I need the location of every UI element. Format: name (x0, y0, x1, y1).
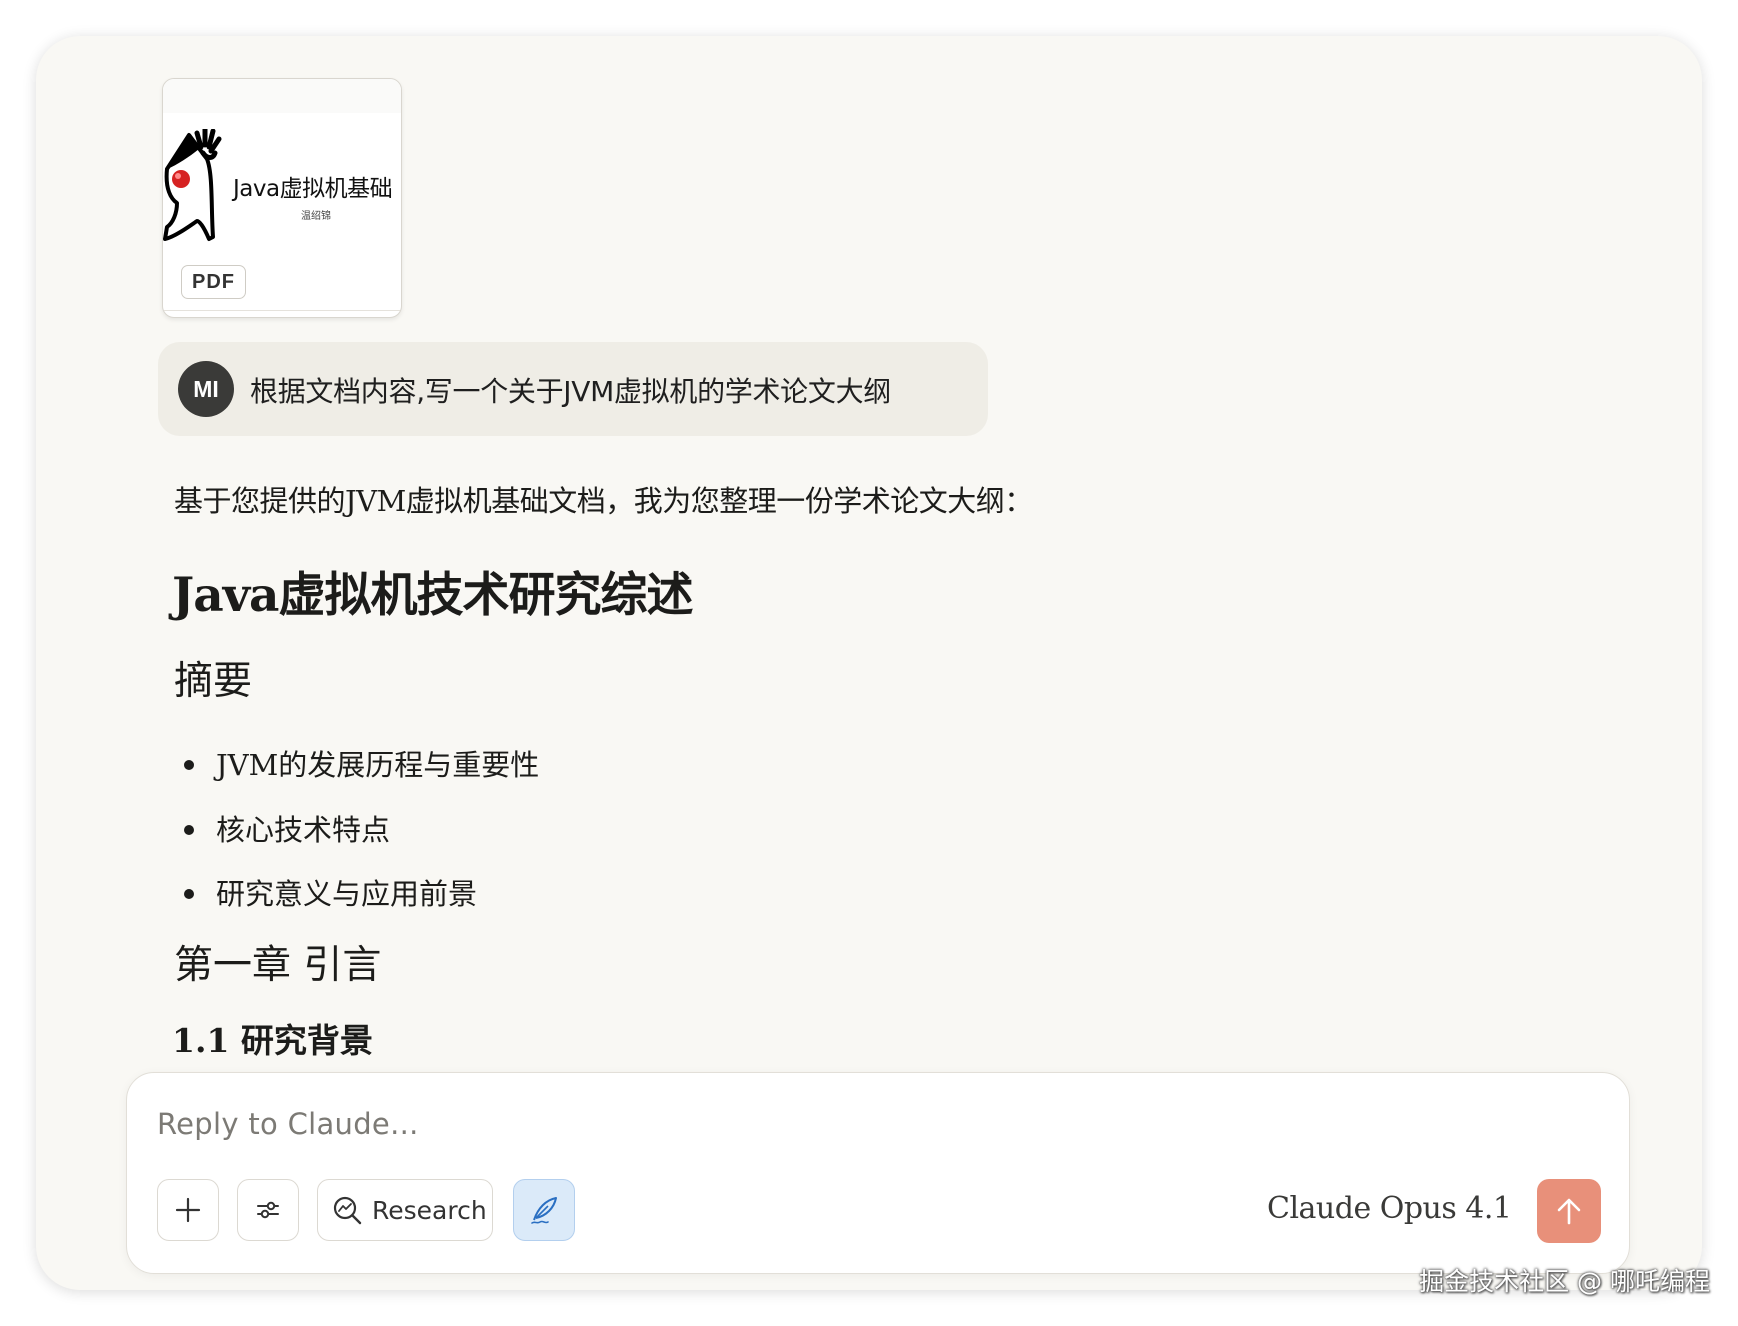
abstract-heading: 摘要 (174, 659, 253, 704)
add-button[interactable] (157, 1179, 219, 1241)
reply-input[interactable]: Reply to Claude... (157, 1107, 419, 1141)
pdf-title: Java虚拟机基础 (233, 176, 393, 202)
research-label: Research (372, 1195, 487, 1225)
arrow-up-icon (1557, 1198, 1581, 1225)
user-message-text: 根据文档内容,写一个关于JVM虚拟机的学术论文大纲 (250, 375, 891, 408)
style-button[interactable] (513, 1179, 575, 1241)
response-intro: 基于您提供的JVM虚拟机基础文档，我为您整理一份学术论文大纲： (174, 484, 1033, 518)
research-icon (333, 1196, 362, 1225)
watermark: 掘金技术社区 @ 哪吒编程 (1419, 1267, 1710, 1296)
pdf-badge: PDF (181, 265, 246, 299)
abstract-list: JVM的发展历程与重要性 核心技术特点 研究意义与应用前景 (184, 742, 539, 936)
model-selector[interactable]: Claude Opus 4.1 (1267, 1191, 1512, 1226)
plus-icon (175, 1197, 201, 1223)
research-button[interactable]: Research (317, 1179, 493, 1241)
response-title: Java虚拟机技术研究综述 (172, 568, 693, 623)
composer: Reply to Claude... Research Claude Opus … (126, 1072, 1630, 1274)
chat-window: Java虚拟机基础 温绍锦 PDF MI 根据文档内容,写一个关于JVM虚拟机的… (36, 36, 1702, 1290)
quill-icon (531, 1197, 557, 1224)
list-item: 研究意义与应用前景 (184, 871, 539, 936)
sliders-icon (257, 1201, 279, 1219)
java-duke-logo (163, 129, 222, 241)
pdf-author: 温绍锦 (301, 211, 331, 222)
user-message-bubble: MI 根据文档内容,写一个关于JVM虚拟机的学术论文大纲 (158, 342, 988, 436)
user-avatar: MI (178, 361, 234, 417)
tools-button[interactable] (237, 1179, 299, 1241)
pdf-thumbnail-header (163, 79, 401, 113)
pdf-card-divider (163, 310, 401, 311)
list-item: JVM的发展历程与重要性 (184, 742, 539, 807)
send-button[interactable] (1537, 1179, 1601, 1243)
chapter-heading: 第一章 引言 (174, 943, 382, 988)
list-item: 核心技术特点 (184, 807, 539, 872)
pdf-attachment-card[interactable]: Java虚拟机基础 温绍锦 PDF (162, 78, 402, 318)
section-heading: 1.1 研究背景 (172, 1021, 373, 1060)
